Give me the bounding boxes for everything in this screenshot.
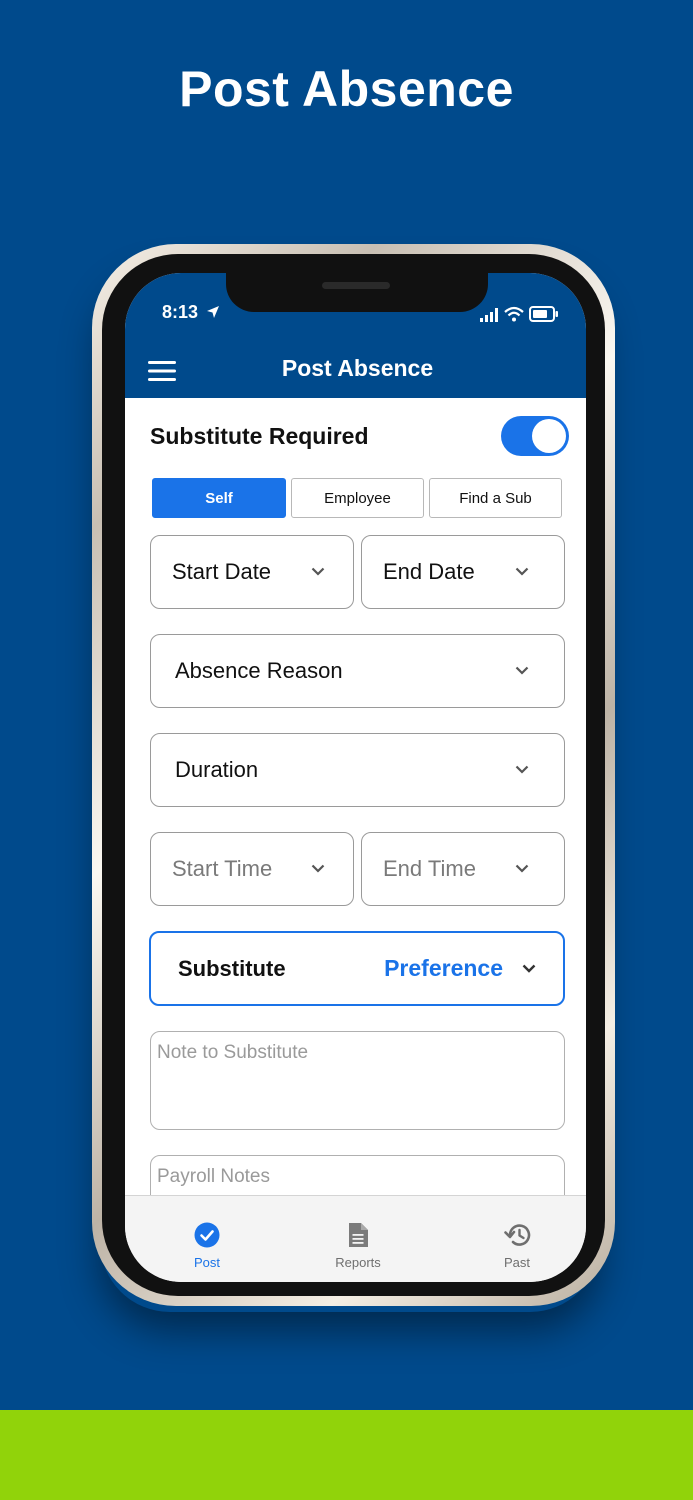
chevron-down-icon [311,864,325,873]
end-date-dropdown[interactable]: End Date [361,535,565,609]
segment-find-a-sub[interactable]: Find a Sub [429,478,562,518]
start-date-dropdown[interactable]: Start Date [150,535,354,609]
cellular-signal-icon [480,308,498,322]
note-to-substitute-textarea[interactable]: Note to Substitute [150,1031,565,1130]
history-icon [504,1224,531,1246]
chevron-down-icon [515,864,529,873]
phone-screen: 8:13 Post Absence Substitute Required Se… [125,273,586,1282]
header-title: Post Absence [281,355,434,381]
start-time-label: Start Time [172,856,273,881]
bottom-tab-bar: Post Reports Past [125,1195,586,1282]
substitute-preference-dropdown[interactable]: Substitute Preference [149,931,565,1006]
substitute-label: Substitute [178,955,286,981]
start-date-label: Start Date [172,559,272,584]
status-time: 8:13 [162,302,199,322]
start-time-dropdown[interactable]: Start Time [150,832,354,906]
tab-reports-label: Reports [335,1255,381,1270]
chevron-down-icon [515,666,529,675]
absence-reason-dropdown[interactable]: Absence Reason [150,634,565,708]
absence-reason-label: Absence Reason [175,658,343,683]
duration-dropdown[interactable]: Duration [150,733,565,807]
end-time-dropdown[interactable]: End Time [361,832,565,906]
chevron-down-icon [515,567,529,576]
tab-post[interactable]: Post [162,1196,252,1282]
wifi-icon [504,306,524,322]
toggle-knob [532,419,566,453]
preference-value: Preference [384,955,503,981]
tab-post-label: Post [193,1255,220,1270]
document-icon [349,1223,368,1247]
tab-past[interactable]: Past [472,1196,562,1282]
end-date-label: End Date [383,559,475,584]
battery-icon [529,306,558,322]
chevron-down-icon [522,964,536,973]
note-placeholder: Note to Substitute [157,1042,309,1063]
chevron-down-icon [311,567,325,576]
bottom-accent-bar [0,1410,693,1500]
end-time-label: End Time [383,856,476,881]
segment-employee[interactable]: Employee [291,478,424,518]
tab-past-label: Past [503,1255,530,1270]
phone-speaker [322,282,390,289]
location-arrow-icon [207,306,219,318]
duration-label: Duration [175,757,259,782]
payroll-placeholder: Payroll Notes [157,1166,270,1187]
substitute-required-label: Substitute Required [150,423,369,449]
substitute-required-toggle[interactable] [501,416,569,456]
segment-self[interactable]: Self [152,478,286,518]
check-circle-icon [194,1222,220,1248]
chevron-down-icon [515,765,529,774]
hero-title: Post Absence [179,61,514,117]
tab-reports[interactable]: Reports [313,1196,403,1282]
